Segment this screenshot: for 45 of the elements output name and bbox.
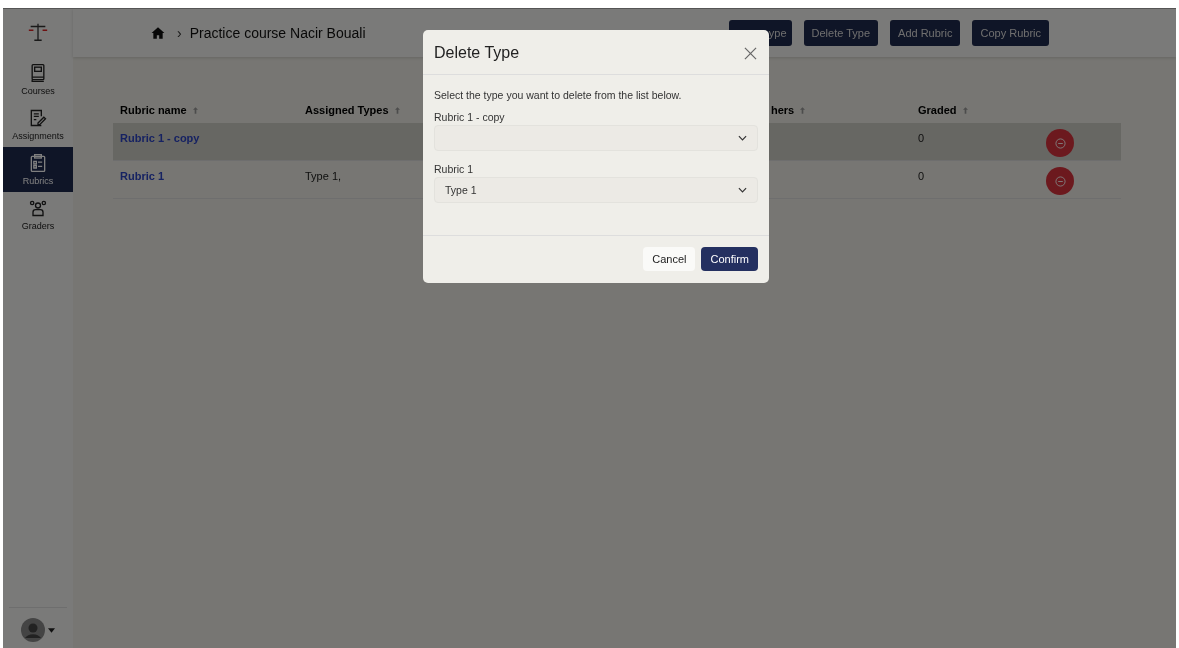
minus-circle-icon [1054, 137, 1066, 149]
toolbar-button[interactable]: Copy Rubric [972, 20, 1049, 46]
sort-arrow-icon[interactable] [394, 106, 400, 114]
sidebar-item[interactable]: Rubrics [3, 147, 73, 192]
close-icon[interactable] [744, 46, 757, 60]
chevron-down-icon [738, 135, 747, 141]
book-icon [28, 63, 48, 83]
toolbar-button[interactable]: Delete Type [803, 20, 879, 46]
cancel-button[interactable]: Cancel [643, 247, 696, 271]
edit-icon [28, 108, 48, 128]
avatar-icon[interactable] [21, 618, 45, 642]
people-icon [28, 198, 48, 218]
scales-logo-icon [27, 21, 49, 43]
table-cell: 0 [918, 132, 925, 144]
rubric-link[interactable]: Rubric 1 [120, 170, 164, 182]
clipboard-icon [28, 153, 48, 173]
minus-circle-icon [1054, 175, 1066, 187]
table-cell: 0 [918, 170, 925, 182]
sort-arrow-icon[interactable] [192, 106, 198, 114]
remove-button[interactable] [1046, 129, 1074, 157]
chevron-down-icon [738, 187, 747, 193]
dialog-instruction: Select the type you want to delete from the list below. [434, 89, 683, 101]
sort-arrow-icon[interactable] [800, 106, 806, 114]
caret-icon[interactable] [48, 627, 55, 633]
type-select[interactable] [434, 125, 758, 151]
column-header[interactable]: hers [771, 104, 795, 116]
breadcrumb-title[interactable]: Practice course Nacir Bouali [189, 25, 366, 41]
sidebar-item[interactable]: Courses [3, 57, 73, 102]
remove-button[interactable] [1046, 167, 1074, 195]
column-header[interactable]: Rubric name [120, 104, 187, 116]
column-header[interactable]: Graded [918, 104, 957, 116]
field-label: Rubric 1 - copy [434, 111, 506, 123]
dialog-title: Delete Type [434, 44, 520, 62]
sort-arrow-icon[interactable] [962, 106, 968, 114]
home-icon[interactable] [151, 26, 165, 40]
table-cell: Type 1, [305, 170, 342, 182]
field-label: Rubric 1 [434, 163, 475, 175]
type-select[interactable]: Type 1 [434, 177, 758, 203]
sidebar-item[interactable]: Assignments [3, 102, 73, 147]
column-header[interactable]: Assigned Types [305, 104, 389, 116]
breadcrumb-separator: › [177, 25, 182, 41]
toolbar-button[interactable]: Add Rubric [890, 20, 961, 46]
sidebar-item[interactable]: Graders [3, 192, 73, 237]
confirm-button[interactable]: Confirm [701, 247, 758, 271]
rubric-link[interactable]: Rubric 1 - copy [120, 132, 200, 144]
